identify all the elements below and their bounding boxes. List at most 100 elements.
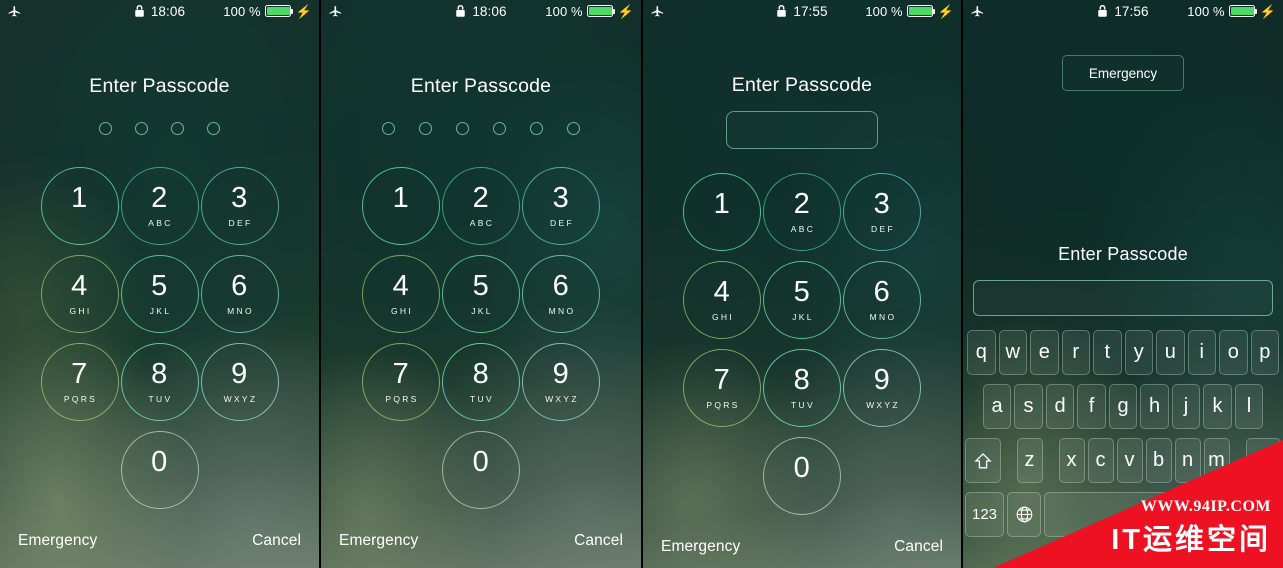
passcode-input-field[interactable]: [726, 111, 878, 149]
key-digit: 4: [713, 276, 731, 308]
key-f[interactable]: f: [1077, 384, 1106, 429]
keypad-key-4[interactable]: 4 GHI: [682, 256, 762, 344]
keypad-key-8[interactable]: 8 TUV: [762, 344, 842, 432]
keypad-key-7[interactable]: 7 PQRS: [361, 338, 441, 426]
key-letters: GHI: [390, 306, 413, 316]
key-o[interactable]: o: [1219, 330, 1248, 375]
key-n[interactable]: n: [1174, 438, 1201, 483]
backspace-delete-icon[interactable]: [1245, 438, 1281, 483]
keypad-key-6[interactable]: 6 MNO: [842, 256, 922, 344]
keypad-key-6[interactable]: 6 MNO: [200, 250, 280, 338]
keypad-key-1[interactable]: 1 X: [682, 168, 762, 256]
key-d[interactable]: d: [1045, 384, 1075, 429]
key-letters: MNO: [869, 312, 897, 322]
lightning-bolt-icon: ⚡: [1259, 3, 1276, 19]
keypad-key-4[interactable]: 4 GHI: [40, 250, 120, 338]
key-digit: 5: [151, 270, 168, 302]
keypad-key-9[interactable]: 9 WXYZ: [521, 338, 601, 426]
key-letters: PQRS: [706, 400, 740, 410]
lock-closed-icon: [776, 4, 787, 18]
keypad-key-2[interactable]: 2 ABC: [120, 162, 200, 250]
keypad-key-0[interactable]: 0 X: [441, 426, 521, 514]
status-bar-clock: 18:06: [472, 3, 507, 19]
keypad-key-0[interactable]: 0 X: [762, 432, 842, 520]
globe-language-icon[interactable]: [1007, 492, 1041, 537]
keypad-key-3[interactable]: 3 DEF: [842, 168, 922, 256]
keyboard-row-1: q w e r t y u i o p: [965, 330, 1281, 375]
key-s[interactable]: s: [1014, 384, 1043, 429]
keypad-key-3[interactable]: 3 DEF: [200, 162, 280, 250]
keypad-key-2[interactable]: 2 ABC: [441, 162, 521, 250]
keypad-key-5[interactable]: 5 JKL: [441, 250, 521, 338]
battery-full-icon: [1228, 5, 1258, 17]
screenshot-root: 18:06 100 % ⚡ Enter Passcode 1 2 ABC 3 D…: [0, 0, 1283, 568]
space-key[interactable]: [1044, 492, 1281, 537]
passcode-dot: [419, 122, 432, 135]
key-v[interactable]: v: [1116, 438, 1143, 483]
passcode-input-field[interactable]: [973, 280, 1273, 316]
numeric-mode-key[interactable]: 123: [965, 492, 1004, 537]
keypad-key-5[interactable]: 5 JKL: [120, 250, 200, 338]
emergency-button[interactable]: Emergency: [18, 532, 97, 550]
key-g[interactable]: g: [1108, 384, 1138, 429]
shift-up-arrow-icon[interactable]: [965, 438, 1001, 483]
key-r[interactable]: r: [1061, 330, 1090, 375]
key-letters: DEF: [228, 218, 253, 228]
key-digit: 0: [472, 446, 490, 478]
key-w[interactable]: w: [998, 330, 1027, 375]
key-j[interactable]: j: [1171, 384, 1201, 429]
key-digit: 1: [71, 182, 88, 214]
key-letters: JKL: [792, 312, 814, 322]
keypad-key-0[interactable]: 0 X: [120, 426, 200, 514]
key-p[interactable]: p: [1250, 330, 1279, 375]
keypad-key-9[interactable]: 9 WXYZ: [842, 344, 922, 432]
emergency-button[interactable]: Emergency: [339, 532, 418, 550]
key-u[interactable]: u: [1156, 330, 1185, 375]
keypad-key-9[interactable]: 9 WXYZ: [200, 338, 280, 426]
key-t[interactable]: t: [1093, 330, 1122, 375]
key-e[interactable]: e: [1030, 330, 1059, 375]
key-a[interactable]: a: [982, 384, 1012, 429]
keypad-key-3[interactable]: 3 DEF: [521, 162, 601, 250]
cancel-button[interactable]: Cancel: [894, 538, 943, 556]
keypad-key-6[interactable]: 6 MNO: [521, 250, 601, 338]
cancel-button[interactable]: Cancel: [574, 532, 623, 550]
emergency-button[interactable]: Emergency: [1062, 55, 1184, 91]
status-bar: 18:06 100 % ⚡: [321, 0, 641, 22]
keypad-key-5[interactable]: 5 JKL: [762, 256, 842, 344]
emergency-button[interactable]: Emergency: [661, 538, 740, 556]
key-y[interactable]: y: [1124, 330, 1153, 375]
key-digit: 7: [392, 358, 410, 390]
keypad-key-8[interactable]: 8 TUV: [120, 338, 200, 426]
key-x[interactable]: x: [1058, 438, 1085, 483]
keypad-key-8[interactable]: 8 TUV: [441, 338, 521, 426]
lightning-bolt-icon: ⚡: [937, 3, 954, 19]
key-m[interactable]: m: [1203, 438, 1230, 483]
key-digit: 2: [151, 182, 168, 214]
keypad-key-7[interactable]: 7 PQRS: [40, 338, 120, 426]
key-b[interactable]: b: [1145, 438, 1172, 483]
passcode-dots: [0, 122, 319, 135]
cancel-button[interactable]: Cancel: [252, 532, 301, 550]
key-z[interactable]: z: [1016, 438, 1043, 483]
passcode-dot: [530, 122, 543, 135]
key-letters: MNO: [548, 306, 576, 316]
key-q[interactable]: q: [967, 330, 996, 375]
key-i[interactable]: i: [1187, 330, 1216, 375]
passcode-dot: [207, 122, 220, 135]
keypad-key-2[interactable]: 2 ABC: [762, 168, 842, 256]
key-l[interactable]: l: [1234, 384, 1264, 429]
lock-closed-icon: [134, 4, 145, 18]
key-c[interactable]: c: [1087, 438, 1114, 483]
keypad-key-1[interactable]: 1 X: [361, 162, 441, 250]
key-letters: ABC: [148, 218, 173, 228]
keypad-key-4[interactable]: 4 GHI: [361, 250, 441, 338]
keypad-row: 7 PQRS 8 TUV 9 WXYZ: [40, 338, 280, 426]
key-h[interactable]: h: [1140, 384, 1169, 429]
keypad-key-7[interactable]: 7 PQRS: [682, 344, 762, 432]
page-title: Enter Passcode: [410, 75, 552, 97]
keypad-key-1[interactable]: 1 X: [40, 162, 120, 250]
key-k[interactable]: k: [1203, 384, 1232, 429]
key-digit: 3: [231, 182, 248, 214]
panel-alphanumeric-passcode: 17:56 100 % ⚡ Emergency Enter Passcode q…: [963, 0, 1283, 568]
